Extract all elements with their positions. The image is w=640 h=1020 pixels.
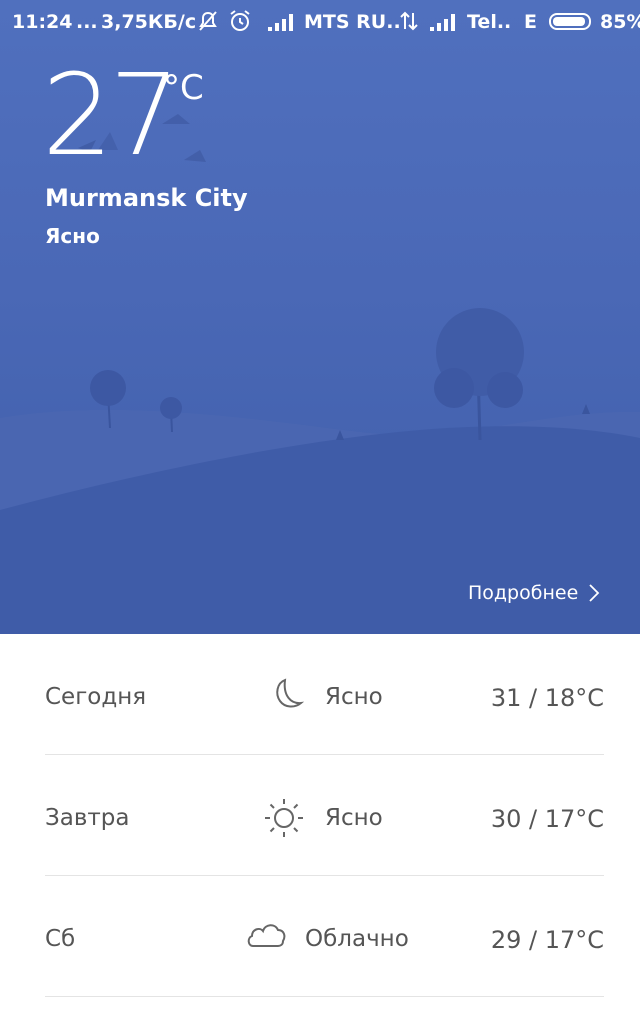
forecast-temps: 31 / 18°C [490,684,604,712]
forecast-row[interactable]: Сегодня Ясно 31 / 18°C [45,634,604,755]
chevron-right-icon [589,584,600,602]
forecast-row[interactable]: Сб Облачно 29 / 17°C [45,876,604,997]
status-time: 11:24 [12,11,73,33]
current-temperature: 27 [42,51,181,181]
forecast-condition: Ясно [325,805,383,831]
data-transfer-icon [400,11,418,31]
details-link-label: Подробнее [468,582,579,604]
forecast-day: Завтра [45,805,130,831]
status-network-type: E [524,11,537,33]
status-carrier-1: MTS RU.. [304,11,401,33]
cloud-icon [247,924,286,947]
battery-icon [549,13,591,30]
sun-icon [265,799,303,837]
forecast-temps: 29 / 17°C [490,926,604,954]
moon-icon [276,678,305,708]
forecast-condition: Облачно [305,926,409,952]
signal-icon [268,14,293,31]
weather-hero: 11:24 ... 3,75КБ/с MTS RU.. Tel.. E 85 2… [0,0,640,634]
forecast-temps: 30 / 17°C [490,805,604,833]
forecast-day: Сегодня [45,684,147,710]
status-speed: 3,75КБ/с [101,11,197,33]
temperature-unit: °C [163,68,204,108]
details-link[interactable]: Подробнее [468,582,600,604]
mute-icon [199,11,217,31]
forecast-list: Сегодня Ясно 31 / 18°C Завтра Ясно 30 / … [0,634,640,997]
alarm-icon [230,10,250,31]
status-carrier-2: Tel.. [467,11,512,33]
status-battery: 85% [600,11,640,33]
forecast-condition: Ясно [325,684,383,710]
city-name[interactable]: Murmansk City [45,184,248,212]
forecast-row[interactable]: Завтра Ясно 30 / 17°C [45,755,604,876]
forecast-day: Сб [45,926,76,952]
status-dots: ... [76,11,98,33]
signal-icon [430,14,455,31]
status-bar: 11:24 ... 3,75КБ/с MTS RU.. Tel.. E 85 [0,0,640,44]
current-condition: Ясно [45,224,100,248]
